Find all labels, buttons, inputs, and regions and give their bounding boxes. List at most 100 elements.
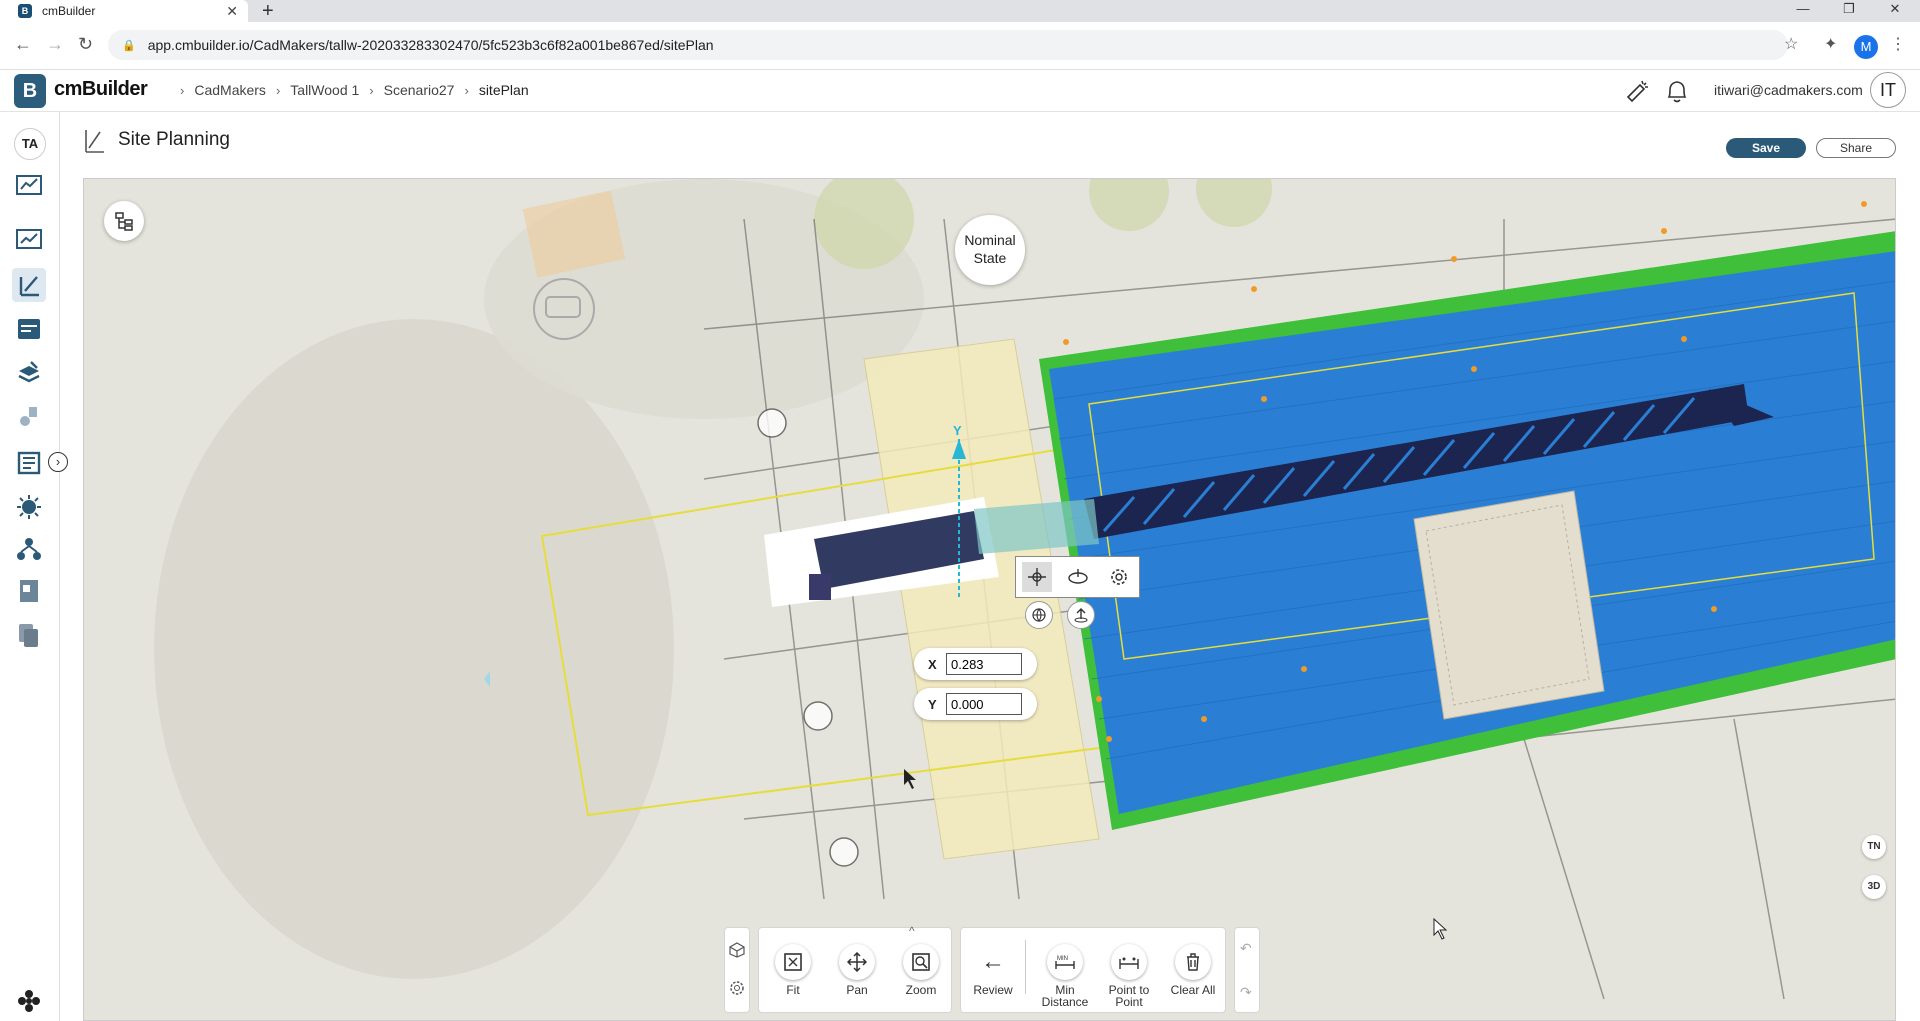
app-logo-text[interactable]: cmBuilder: [54, 78, 148, 101]
breadcrumb-tallwood[interactable]: TallWood 1: [290, 82, 359, 98]
user-avatar[interactable]: IT: [1870, 72, 1906, 108]
settings-gear-icon[interactable]: [1104, 562, 1134, 592]
dashboard-chart-icon[interactable]: [12, 222, 46, 256]
user-email[interactable]: itiwari@cadmakers.com: [1714, 82, 1863, 98]
axis-y-label: Y: [953, 423, 962, 438]
rail-expand-chevron-icon[interactable]: ›: [48, 452, 68, 472]
breadcrumb-cadmakers[interactable]: CadMakers: [194, 82, 266, 98]
point-to-point-icon: [1111, 944, 1147, 980]
restore-icon[interactable]: ❐: [1826, 0, 1872, 22]
review-label: Review: [973, 983, 1013, 997]
arrow-left-icon: ←: [981, 948, 1005, 975]
toolbar-divider: [1025, 940, 1026, 994]
history-controls: ↶ ↷: [1234, 927, 1260, 1013]
extensions-icon[interactable]: ✦: [1824, 34, 1837, 54]
tab-title: cmBuilder: [42, 4, 96, 18]
breadcrumb-scenario[interactable]: Scenario27: [384, 82, 455, 98]
lock-icon: 🔒: [122, 39, 136, 52]
browser-tabbar: B cmBuilder ✕ + — ❐ ✕: [0, 0, 1920, 22]
window-close-icon[interactable]: ✕: [1872, 0, 1918, 22]
layers-icon[interactable]: [12, 356, 46, 390]
back-icon[interactable]: ←: [14, 34, 32, 55]
site-plan-canvas[interactable]: Y Nominal State X Y TN 3D: [83, 178, 1896, 1021]
elevate-icon[interactable]: [1067, 601, 1095, 629]
site-planning-title-icon: [82, 128, 106, 159]
new-tab-icon[interactable]: +: [262, 0, 274, 22]
chevron-right-icon: ›: [464, 82, 469, 98]
redo-icon[interactable]: ↷: [1240, 984, 1252, 1001]
browser-addressbar: ← → ↻ 🔒 app.cmbuilder.io/CadMakers/tallw…: [0, 22, 1920, 70]
fit-label: Fit: [786, 983, 800, 997]
clear-all-tool[interactable]: Clear All: [1163, 944, 1223, 996]
min-distance-icon: MIN: [1047, 944, 1083, 980]
point-to-point-label: Point to Point: [1108, 983, 1150, 1009]
team-avatar[interactable]: TA: [14, 128, 46, 160]
minimize-icon[interactable]: —: [1780, 0, 1826, 22]
x-coordinate-field: X: [914, 648, 1037, 680]
browser-tab[interactable]: B cmBuilder ✕: [0, 0, 248, 22]
y-label: Y: [928, 696, 937, 712]
fit-icon: [775, 944, 811, 980]
cmbuilder-logo-icon[interactable]: B: [14, 74, 46, 108]
pan-icon: [839, 944, 875, 980]
nominal-state-badge[interactable]: Nominal State: [955, 215, 1025, 285]
reload-icon[interactable]: ↻: [78, 34, 93, 55]
x-input[interactable]: [946, 653, 1022, 675]
apps-flower-icon[interactable]: [12, 986, 46, 1016]
y-input[interactable]: [946, 693, 1022, 715]
clear-all-label: Clear All: [1170, 983, 1216, 997]
browser-profile-avatar[interactable]: M: [1854, 35, 1878, 59]
pan-tool[interactable]: Pan: [827, 944, 887, 996]
zoom-label: Zoom: [905, 983, 937, 997]
page-title: Site Planning: [118, 129, 230, 150]
measure-tools-group: ← Review MIN Min Distance Point to Point…: [960, 927, 1226, 1013]
bell-icon[interactable]: [1664, 77, 1690, 112]
trash-icon: [1175, 944, 1211, 980]
browser-menu-icon[interactable]: ⋮: [1890, 34, 1906, 54]
share-button[interactable]: Share: [1816, 138, 1896, 158]
undo-icon[interactable]: ↶: [1240, 940, 1252, 957]
view-3d-button[interactable]: 3D: [1862, 875, 1886, 899]
settings-sun-icon[interactable]: [12, 490, 46, 524]
min-distance-tool[interactable]: MIN Min Distance: [1035, 944, 1095, 1008]
gear-icon[interactable]: [729, 980, 745, 1001]
view-tools-group: ^ Fit Pan Zoom: [758, 924, 952, 1013]
cmbuilder-favicon-icon: B: [18, 4, 32, 18]
move-icon[interactable]: [1021, 562, 1052, 592]
zoom-tool[interactable]: Zoom: [891, 944, 951, 996]
tree-hierarchy-icon: [115, 212, 133, 231]
point-to-point-tool[interactable]: Point to Point: [1099, 944, 1159, 1008]
review-tool[interactable]: ← Review: [963, 944, 1023, 996]
save-button[interactable]: Save: [1726, 138, 1806, 158]
rotate-3d-icon[interactable]: [1063, 562, 1093, 592]
files-icon[interactable]: [12, 618, 46, 652]
announcement-icon[interactable]: [1624, 77, 1652, 112]
forward-icon[interactable]: →: [46, 34, 64, 55]
rotate-globe-icon[interactable]: [1025, 601, 1053, 629]
cube-icon[interactable]: [729, 942, 745, 963]
breadcrumb-current: sitePlan: [478, 82, 529, 98]
left-nav-rail: TA: [0, 112, 60, 1021]
scene-tree-button[interactable]: [104, 201, 144, 241]
app-header: B cmBuilder › CadMakers › TallWood 1 › S…: [0, 70, 1920, 112]
min-distance-label: Min Distance: [1041, 983, 1089, 1009]
page-header: Site Planning Save Share: [60, 112, 1920, 178]
document-icon[interactable]: [12, 446, 46, 480]
schedule-icon[interactable]: [12, 312, 46, 346]
url-field[interactable]: 🔒 app.cmbuilder.io/CadMakers/tallw-20203…: [108, 30, 1788, 60]
site-scene: Y: [84, 179, 1895, 1020]
hierarchy-icon[interactable]: [12, 532, 46, 566]
true-north-button[interactable]: TN: [1862, 835, 1886, 859]
tools-icon[interactable]: [12, 400, 46, 434]
report-icon[interactable]: [12, 574, 46, 608]
chevron-right-icon: ›: [275, 82, 281, 98]
chevron-right-icon: ›: [180, 82, 185, 98]
pan-label: Pan: [846, 983, 868, 997]
site-planning-icon[interactable]: [12, 268, 46, 302]
bookmark-star-icon[interactable]: ☆: [1784, 34, 1798, 54]
analytics-chart-icon[interactable]: [12, 168, 46, 202]
chevron-up-icon[interactable]: ^: [909, 924, 915, 938]
breadcrumb: › CadMakers › TallWood 1 › Scenario27 › …: [170, 82, 529, 98]
fit-tool[interactable]: Fit: [763, 944, 823, 996]
tab-close-icon[interactable]: ✕: [226, 3, 238, 20]
